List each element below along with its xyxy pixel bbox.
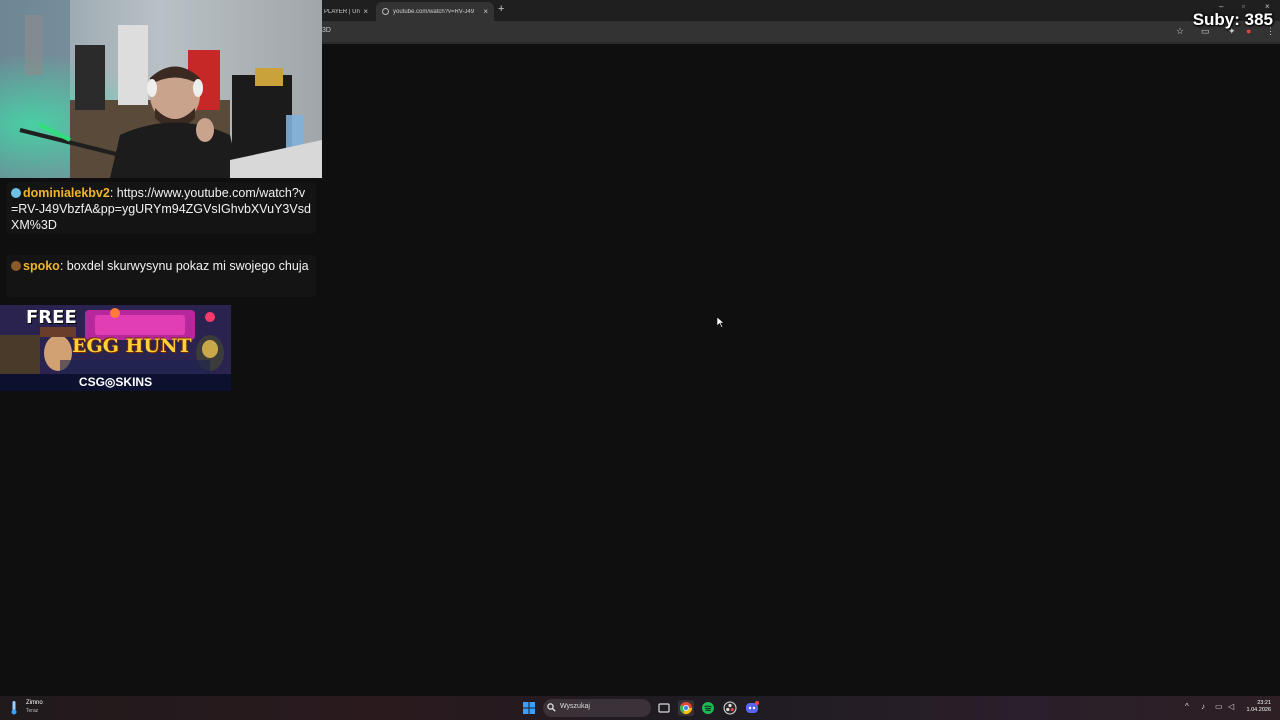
thermometer-icon[interactable] [9,701,19,715]
taskbar: Zimno Teraz Wyszukaj ^ ♪ ▭ ◁ 23:21 1.04.… [0,696,1280,720]
tray-chevron-icon[interactable]: ^ [1185,702,1189,711]
chat-username: spoko [23,259,60,273]
browser-tab-youtube[interactable]: youtube.com/watch?v=RV-J49 × [376,2,494,21]
discord-icon[interactable] [744,700,760,716]
weather-sublabel[interactable]: Teraz [26,708,38,714]
obs-icon[interactable] [722,700,738,716]
sponsor-banner: FREE EGG HUNT CSG◎SKINS [0,305,231,391]
user-badge-icon [11,261,21,271]
clock-date: 1.04.2026 [1246,707,1271,713]
ad-title: EGG HUNT [72,335,192,357]
search-icon [547,703,556,712]
tab-close-icon[interactable]: × [483,7,488,16]
tab-close-icon[interactable]: × [363,7,368,16]
new-tab-button[interactable]: + [498,3,504,15]
taskbar-search[interactable]: Wyszukaj [543,699,651,717]
chat-message: dominialekbv2: https://www.youtube.com/w… [6,182,316,234]
ad-headline: FREE [26,307,77,328]
globe-icon [382,8,389,15]
spotify-icon[interactable] [700,700,716,716]
weather-label[interactable]: Zimno [26,700,43,706]
chat-username: dominialekbv2 [23,186,110,200]
search-placeholder: Wyszukaj [560,703,590,710]
webcam-feed [0,0,322,178]
page-divider [322,42,1280,44]
subs-counter: Suby: 385 [1192,10,1273,29]
windows-start-icon[interactable] [523,702,535,714]
network-icon[interactable]: ▭ [1215,702,1223,711]
task-view-icon[interactable] [656,700,672,716]
clock[interactable]: 23:21 1.04.2026 [1244,700,1271,714]
tab-title: youtube.com/watch?v=RV-J49 [393,8,475,15]
star-icon[interactable]: ☆ [1176,26,1184,37]
chrome-icon[interactable] [678,700,694,716]
chat-text: : boxdel skurwysynu pokaz mi swojego chu… [59,259,309,273]
browser-tab-player[interactable]: PLAYER | Un × [318,2,374,21]
chat-message: spoko: boxdel skurwysynu pokaz mi swojeg… [6,255,316,297]
ad-brand: CSG◎SKINS [78,375,153,389]
screen: PLAYER | Un × youtube.com/watch?v=RV-J49… [0,0,1280,720]
microphone-icon[interactable]: ♪ [1201,702,1205,711]
tab-title: PLAYER | Un [324,8,360,15]
volume-icon[interactable]: ◁ [1228,702,1234,711]
url-text[interactable]: 3D [322,27,331,34]
mouse-cursor-icon [717,317,725,328]
clock-time: 23:21 [1257,700,1271,706]
user-badge-icon [11,188,21,198]
webcam-scene-image [0,0,322,178]
